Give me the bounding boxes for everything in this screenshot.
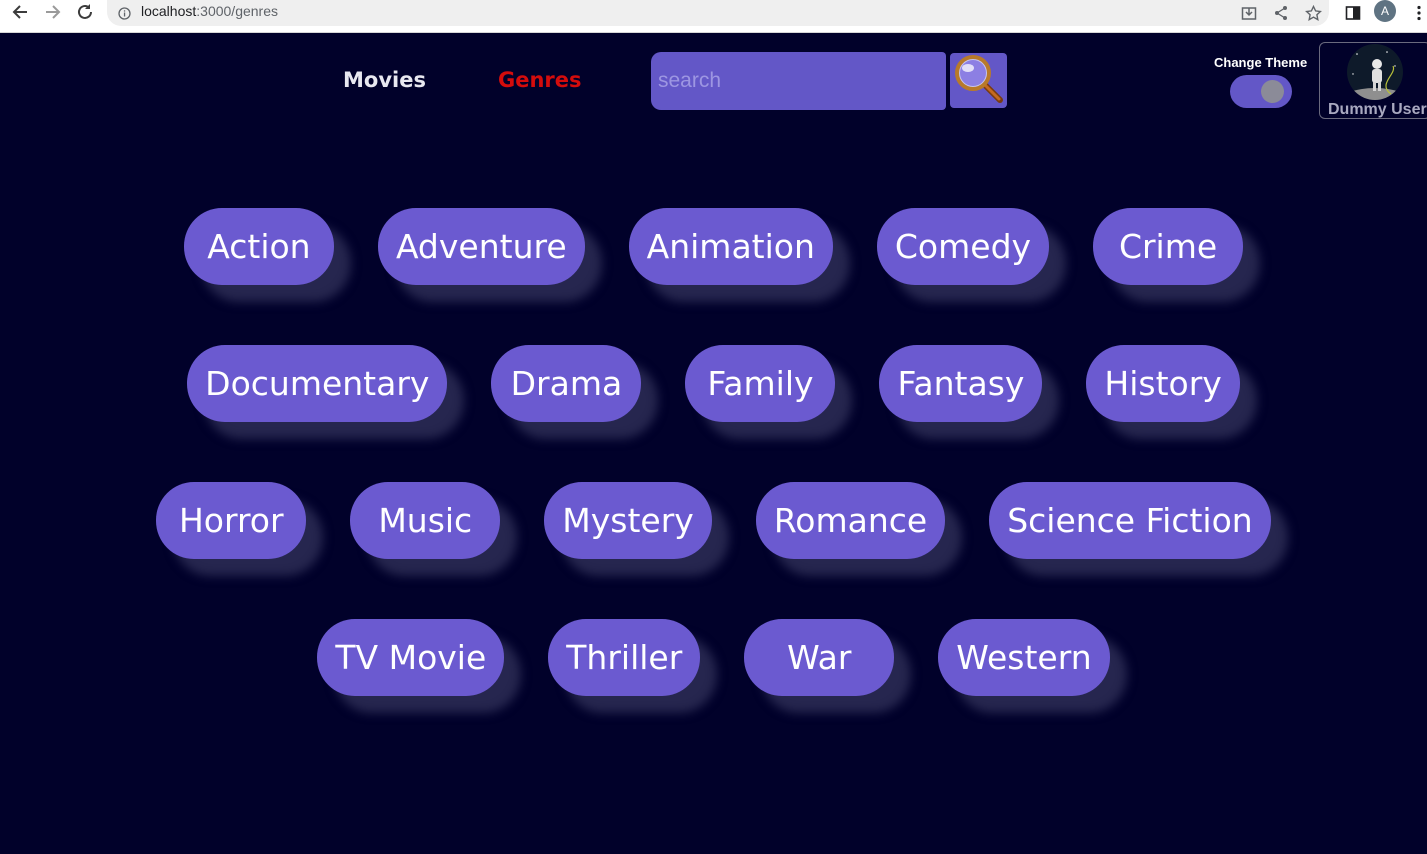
install-icon[interactable] — [1238, 2, 1260, 24]
nav-movies-link[interactable]: Movies — [343, 68, 426, 92]
genre-button-adventure[interactable]: Adventure — [377, 208, 585, 285]
browser-profile-avatar[interactable]: A — [1374, 0, 1396, 22]
genre-button-action[interactable]: Action — [183, 208, 334, 285]
genre-button-western[interactable]: Western — [938, 619, 1110, 696]
search-button[interactable] — [950, 53, 1007, 108]
bookmark-star-icon[interactable] — [1302, 2, 1324, 24]
genre-button-thriller[interactable]: Thriller — [548, 619, 701, 696]
nav-genres-link[interactable]: Genres — [498, 68, 582, 92]
address-bar[interactable]: localhost:3000/genres — [107, 0, 1329, 26]
toggle-knob — [1261, 80, 1284, 103]
search-input[interactable] — [651, 52, 946, 110]
genre-row: Documentary Drama Family Fantasy History — [0, 345, 1427, 422]
genre-row: Horror Music Mystery Romance Science Fiction — [0, 482, 1427, 559]
genre-button-war[interactable]: War — [744, 619, 895, 696]
genre-button-science-fiction[interactable]: Science Fiction — [989, 482, 1271, 559]
genre-button-comedy[interactable]: Comedy — [876, 208, 1050, 285]
magnifying-glass-icon — [953, 53, 1005, 108]
url-path: :3000/genres — [196, 3, 278, 19]
genre-button-drama[interactable]: Drama — [491, 345, 642, 422]
genre-button-fantasy[interactable]: Fantasy — [879, 345, 1043, 422]
user-profile-card[interactable]: Dummy User — [1319, 42, 1427, 119]
avatar — [1347, 44, 1403, 100]
forward-icon[interactable] — [42, 1, 64, 23]
genre-button-documentary[interactable]: Documentary — [187, 345, 448, 422]
back-icon[interactable] — [9, 1, 31, 23]
genre-button-mystery[interactable]: Mystery — [544, 482, 712, 559]
genre-button-animation[interactable]: Animation — [628, 208, 833, 285]
genre-grid: Action Adventure Animation Comedy Crime Docum… — [0, 208, 1427, 756]
theme-toggle[interactable] — [1230, 75, 1292, 108]
share-icon[interactable] — [1270, 2, 1292, 24]
genre-row: TV Movie Thriller War Western — [0, 619, 1427, 696]
url-host: localhost — [141, 3, 197, 19]
site-info-icon[interactable] — [118, 5, 131, 24]
change-theme-label: Change Theme — [1214, 55, 1308, 70]
browser-menu-icon[interactable] — [1408, 2, 1427, 24]
browser-toolbar: localhost:3000/genres A — [0, 0, 1427, 33]
genre-row: Action Adventure Animation Comedy Crime — [0, 208, 1427, 285]
genre-button-tv-movie[interactable]: TV Movie — [317, 619, 505, 696]
genre-button-history[interactable]: History — [1086, 345, 1240, 422]
genre-button-family[interactable]: Family — [685, 345, 836, 422]
genre-button-romance[interactable]: Romance — [755, 482, 946, 559]
side-panel-icon[interactable] — [1342, 2, 1364, 24]
genre-button-music[interactable]: Music — [350, 482, 501, 559]
user-name: Dummy User — [1328, 101, 1427, 118]
genre-button-crime[interactable]: Crime — [1093, 208, 1244, 285]
url-text: localhost:3000/genres — [141, 3, 278, 19]
reload-icon[interactable] — [74, 1, 96, 23]
genre-button-horror[interactable]: Horror — [156, 482, 307, 559]
